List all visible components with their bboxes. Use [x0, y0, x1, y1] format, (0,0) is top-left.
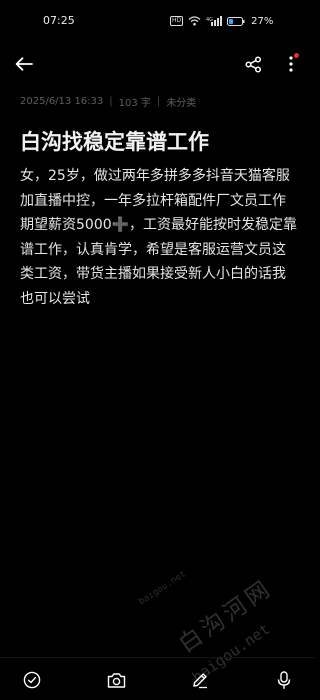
- more-options-button[interactable]: [277, 50, 305, 78]
- top-toolbar: [0, 46, 315, 82]
- bottom-toolbar: [0, 657, 315, 700]
- status-bar: 07:25 HD 4G 27%: [0, 0, 315, 42]
- microphone-icon: [277, 670, 291, 689]
- share-icon: [244, 55, 261, 73]
- battery-icon: [227, 16, 245, 26]
- back-arrow-icon: [15, 57, 33, 71]
- note-date: 2025/6/13 16:33: [20, 96, 104, 107]
- checklist-button[interactable]: [18, 666, 46, 694]
- wifi-icon: [188, 16, 201, 26]
- more-vertical-icon: [289, 56, 293, 72]
- note-body[interactable]: 女，25岁，做过两年多拼多多抖音天猫客服加直播中控，一年多拉杆箱配件厂文员工作期…: [20, 164, 298, 311]
- share-button[interactable]: [239, 50, 267, 78]
- status-time: 07:25: [43, 14, 75, 27]
- checklist-icon: [23, 671, 41, 689]
- battery-percent: 27%: [251, 15, 274, 27]
- notification-badge: [294, 53, 299, 58]
- status-icons: HD 4G 27%: [170, 13, 273, 29]
- handwriting-button[interactable]: [186, 666, 214, 694]
- note-meta: 2025/6/13 16:33 | 103 字 | 未分类: [20, 94, 196, 109]
- pen-icon: [193, 673, 207, 689]
- camera-icon: [107, 672, 125, 688]
- meta-separator: |: [156, 96, 161, 107]
- note-word-count: 103 字: [118, 98, 151, 109]
- note-category[interactable]: 未分类: [166, 94, 196, 109]
- voice-input-button[interactable]: [270, 666, 298, 694]
- note-title[interactable]: 白沟找稳定靠谱工作: [20, 128, 300, 156]
- signal-icon: 4G: [206, 16, 223, 26]
- meta-separator: |: [109, 96, 113, 107]
- camera-button[interactable]: [102, 666, 130, 694]
- watermark-small: baigou.net: [137, 569, 189, 608]
- hd-icon: HD: [170, 16, 184, 26]
- back-button[interactable]: [10, 50, 38, 78]
